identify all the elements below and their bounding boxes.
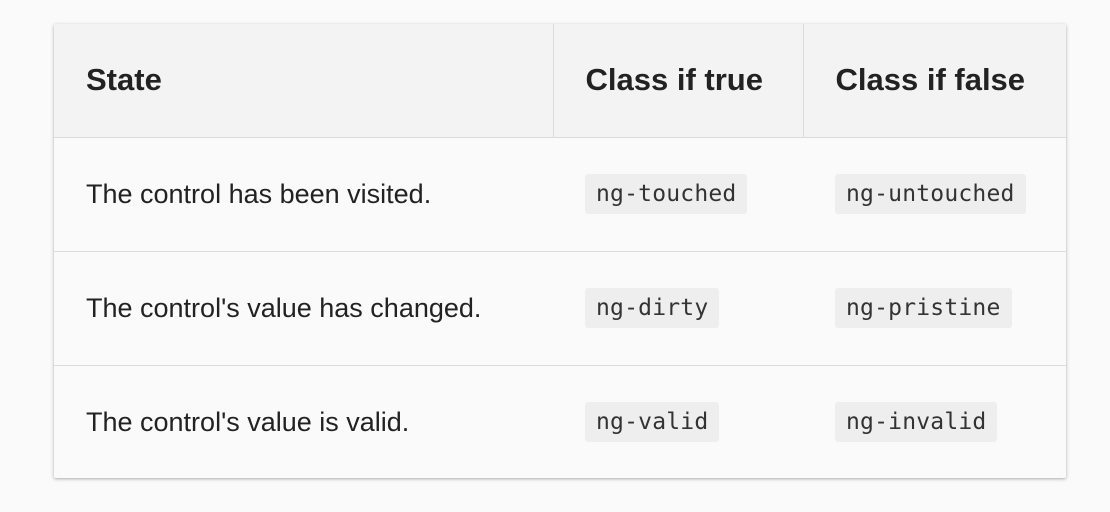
class-false-code: ng-pristine bbox=[835, 288, 1012, 328]
header-state: State bbox=[54, 24, 553, 138]
table-row: The control has been visited. ng-touched… bbox=[54, 137, 1066, 251]
class-true-code: ng-valid bbox=[585, 402, 720, 443]
header-class-if-true: Class if true bbox=[552, 24, 803, 138]
state-classes-table: State Class if true Class if false The c… bbox=[54, 24, 1066, 478]
class-false-cell: ng-invalid bbox=[803, 364, 1066, 478]
table-row: The control's value is valid. ng-valid n… bbox=[54, 364, 1066, 478]
header-row: State Class if true Class if false bbox=[54, 24, 1066, 138]
state-cell: The control has been visited. bbox=[86, 178, 432, 209]
class-true-code: ng-touched bbox=[585, 174, 748, 214]
class-true-cell: ng-valid bbox=[553, 364, 803, 478]
header-class-if-false: Class if false bbox=[802, 24, 1066, 138]
state-classes-table-card: State Class if true Class if false The c… bbox=[54, 24, 1066, 478]
page: State Class if true Class if false The c… bbox=[0, 0, 1110, 512]
class-true-cell: ng-dirty bbox=[553, 250, 803, 365]
class-false-code: ng-invalid bbox=[835, 402, 998, 443]
table-body: The control has been visited. ng-touched… bbox=[54, 137, 1066, 478]
class-true-code: ng-dirty bbox=[585, 288, 720, 328]
state-cell: The control's value is valid. bbox=[54, 364, 553, 478]
class-false-code: ng-untouched bbox=[835, 174, 1026, 214]
class-true-cell: ng-touched bbox=[553, 137, 803, 251]
class-false-cell: ng-untouched bbox=[803, 137, 1066, 251]
state-cell: The control's value has changed. bbox=[54, 250, 553, 365]
table-header: State Class if true Class if false bbox=[54, 24, 1066, 138]
class-false-cell: ng-pristine bbox=[803, 250, 1066, 365]
table-row: The control's value has changed. ng-dirt… bbox=[54, 250, 1066, 365]
